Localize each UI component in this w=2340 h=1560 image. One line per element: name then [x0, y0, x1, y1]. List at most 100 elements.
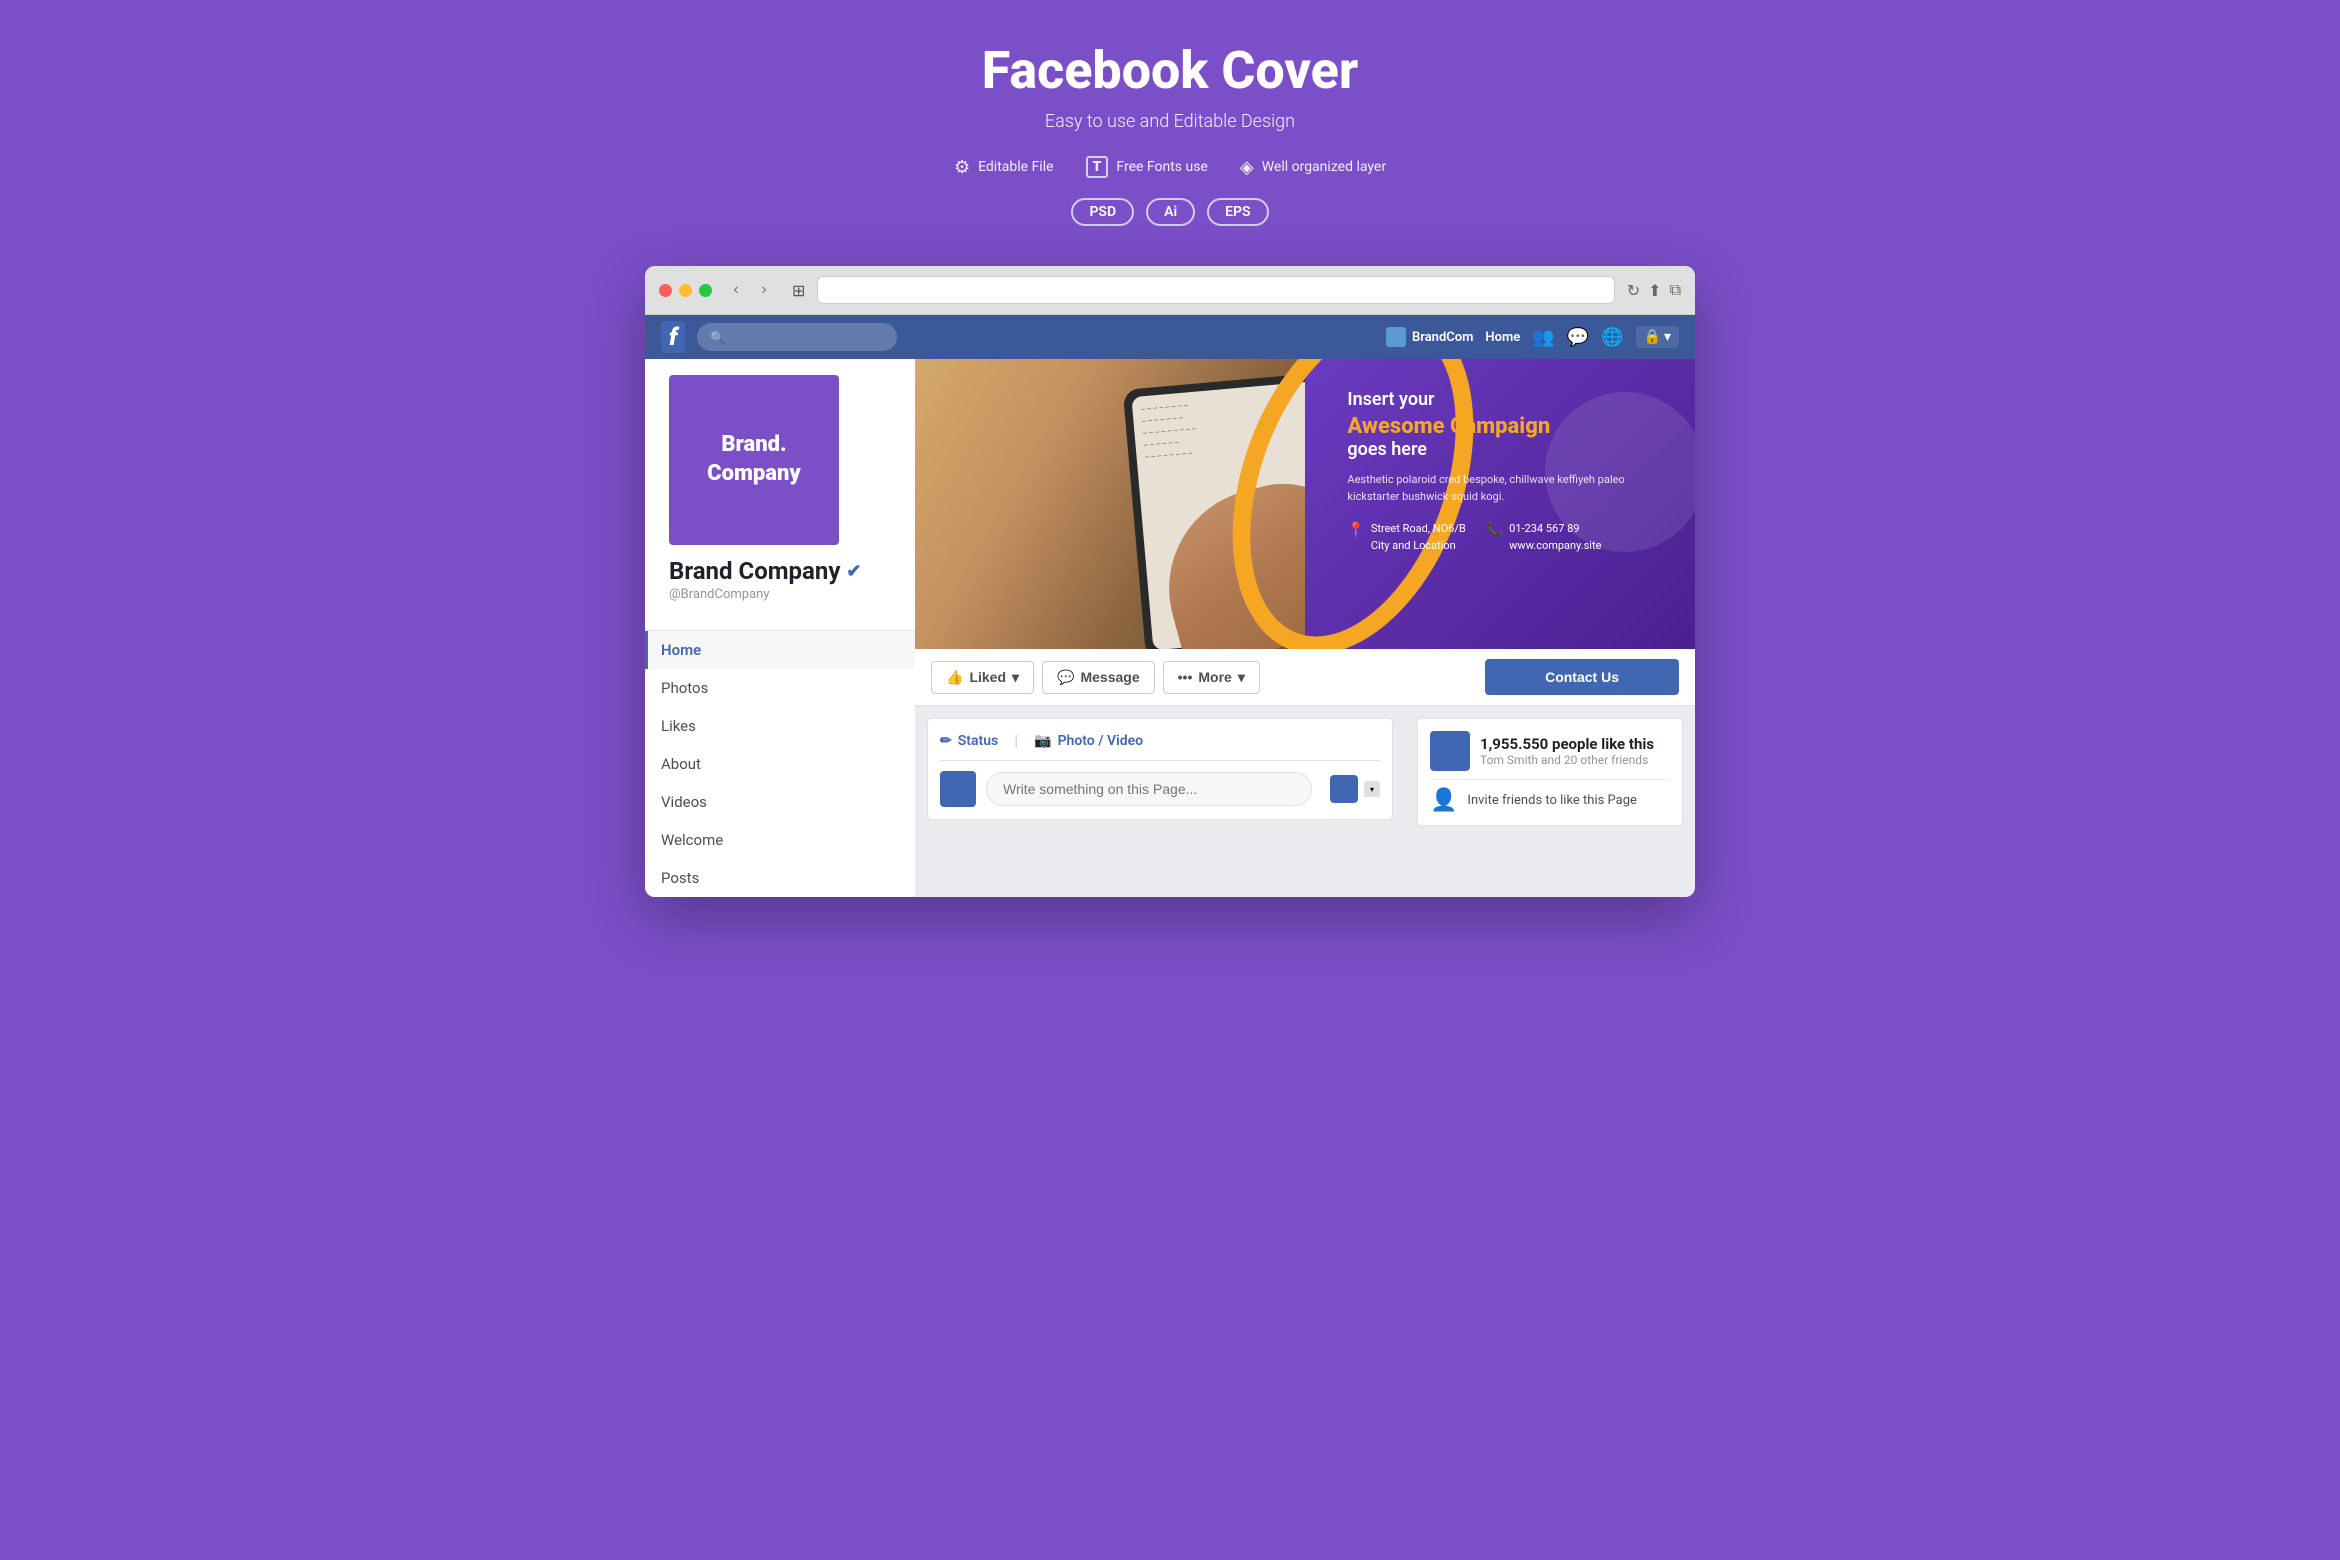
- badges-row: PSD Ai EPS: [20, 198, 2320, 226]
- invite-icon: 👤: [1430, 788, 1457, 813]
- minimize-button[interactable]: [679, 284, 692, 297]
- fb-friends-icon[interactable]: 👥: [1532, 327, 1554, 348]
- nav-item-likes[interactable]: Likes: [645, 707, 915, 745]
- avatar-text-line2: Company: [707, 460, 801, 489]
- fonts-icon: T: [1086, 156, 1109, 178]
- more-label: More: [1198, 669, 1231, 685]
- nav-item-home[interactable]: Home: [645, 631, 915, 669]
- address-label: Street Road, NO6/B: [1371, 521, 1466, 538]
- feature-fonts: T Free Fonts use: [1086, 156, 1208, 178]
- nav-label-home: Home: [661, 641, 701, 659]
- post-dropdown-btn[interactable]: ▾: [1364, 781, 1380, 797]
- psd-badge: PSD: [1071, 198, 1134, 226]
- address-bar[interactable]: [817, 276, 1614, 304]
- verified-badge-icon: ✔: [846, 561, 861, 582]
- contact-us-button[interactable]: Contact Us: [1485, 659, 1679, 695]
- fb-brand-button[interactable]: BrandCom: [1386, 327, 1473, 347]
- camera-icon: 📷: [1034, 733, 1051, 749]
- back-button[interactable]: ‹: [724, 278, 748, 302]
- profile-name-text: Brand Company: [669, 557, 840, 585]
- close-button[interactable]: [659, 284, 672, 297]
- share-icon[interactable]: ⬆: [1648, 281, 1661, 300]
- organized-label: Well organized layer: [1262, 159, 1386, 175]
- lock-arrow: ▾: [1664, 329, 1671, 345]
- browser-chrome: ‹ › ⊞ ↻ ⬆ ⧉: [645, 266, 1695, 315]
- browser-window: ‹ › ⊞ ↻ ⬆ ⧉ f BrandCom Home 👥 💬 🌐 🔒 ▾: [645, 266, 1695, 897]
- nav-label-about: About: [661, 755, 701, 773]
- action-bar: 👍 Liked ▾ 💬 Message ••• More ▾ Contact U…: [915, 649, 1695, 706]
- ai-badge: Ai: [1146, 198, 1195, 226]
- profile-handle: @BrandCompany: [661, 585, 899, 614]
- feature-editable: ⚙ Editable File: [954, 157, 1054, 178]
- post-input-row: ▾: [940, 771, 1380, 807]
- nav-label-photos: Photos: [661, 679, 708, 697]
- page-subtitle: Easy to use and Editable Design: [20, 111, 2320, 132]
- forward-button[interactable]: ›: [752, 278, 776, 302]
- brand-name: BrandCom: [1412, 330, 1473, 345]
- message-label: Message: [1080, 669, 1139, 685]
- right-content: 1,955.550 people like this Tom Smith and…: [1405, 706, 1695, 838]
- fb-lock-button[interactable]: 🔒 ▾: [1636, 326, 1679, 348]
- liked-button[interactable]: 👍 Liked ▾: [931, 661, 1034, 694]
- pencil-icon: ✏: [940, 733, 952, 749]
- post-options: ▾: [1330, 775, 1380, 803]
- thumbs-up-icon: 👍: [946, 669, 963, 686]
- facebook-logo: f: [661, 321, 685, 353]
- eps-badge: EPS: [1207, 198, 1268, 226]
- phone-icon: 📞: [1486, 522, 1503, 538]
- brand-color-swatch: [1386, 327, 1406, 347]
- liked-arrow: ▾: [1012, 669, 1019, 686]
- main-area: — — — — — — — — — — — — — — — — — — — — …: [915, 359, 1695, 897]
- nav-menu: Home Photos Likes About Videos Welcome: [645, 630, 915, 897]
- new-tab-icon[interactable]: ⧉: [1670, 280, 1681, 300]
- browser-actions: ↻ ⬆ ⧉: [1627, 280, 1681, 300]
- avatar-text-line1: Brand.: [721, 431, 786, 460]
- layers-icon: ◈: [1240, 157, 1254, 178]
- location-icon: 📍: [1347, 522, 1364, 538]
- cover-text: Insert your Awesome Campaign goes here A…: [1347, 389, 1675, 554]
- invite-text: Invite friends to like this Page: [1467, 793, 1637, 808]
- likes-card: 1,955.550 people like this Tom Smith and…: [1417, 718, 1683, 826]
- cover-photo: — — — — — — — — — — — — — — — — — — — — …: [915, 359, 1695, 649]
- likes-friends: Tom Smith and 20 other friends: [1480, 753, 1654, 767]
- maximize-button[interactable]: [699, 284, 712, 297]
- tab-photo-video[interactable]: 📷 Photo / Video: [1034, 733, 1143, 749]
- more-button[interactable]: ••• More ▾: [1163, 661, 1260, 694]
- refresh-icon[interactable]: ↻: [1627, 281, 1640, 300]
- nav-item-posts[interactable]: Posts: [645, 859, 915, 897]
- profile-section: Brand. Company Brand Company ✔ @BrandCom…: [645, 359, 915, 630]
- fb-home-link[interactable]: Home: [1485, 330, 1520, 345]
- post-avatar-small: [940, 771, 976, 807]
- address-item: 📍 Street Road, NO6/B City and Location: [1347, 521, 1465, 554]
- nav-item-welcome[interactable]: Welcome: [645, 821, 915, 859]
- tab-separator: |: [1014, 731, 1018, 750]
- fb-search-input[interactable]: [697, 323, 897, 351]
- tab-status[interactable]: ✏ Status: [940, 733, 998, 749]
- fb-nav-right: BrandCom Home 👥 💬 🌐 🔒 ▾: [1386, 326, 1679, 348]
- fonts-label: Free Fonts use: [1116, 159, 1207, 175]
- features-row: ⚙ Editable File T Free Fonts use ◈ Well …: [20, 156, 2320, 178]
- nav-label-welcome: Welcome: [661, 831, 723, 849]
- post-color-btn[interactable]: [1330, 775, 1358, 803]
- nav-label-posts: Posts: [661, 869, 699, 887]
- nav-item-videos[interactable]: Videos: [645, 783, 915, 821]
- status-label: Status: [958, 733, 998, 749]
- invite-row[interactable]: 👤 Invite friends to like this Page: [1430, 779, 1670, 813]
- nav-item-about[interactable]: About: [645, 745, 915, 783]
- nav-item-photos[interactable]: Photos: [645, 669, 915, 707]
- post-area: ✏ Status | 📷 Photo / Video: [927, 718, 1393, 820]
- tabs-icon: ⊞: [792, 281, 805, 300]
- address-sub: City and Location: [1371, 538, 1466, 555]
- fb-chat-icon[interactable]: 💬: [1567, 327, 1589, 348]
- decorative-circle: [1545, 392, 1695, 552]
- message-button[interactable]: 💬 Message: [1042, 661, 1155, 694]
- profile-avatar: Brand. Company: [669, 375, 839, 545]
- traffic-lights: [659, 284, 712, 297]
- liked-label: Liked: [969, 669, 1006, 685]
- fb-globe-icon[interactable]: 🌐: [1601, 327, 1623, 348]
- post-input-field[interactable]: [986, 772, 1312, 806]
- editable-file-label: Editable File: [978, 159, 1053, 175]
- post-tabs: ✏ Status | 📷 Photo / Video: [940, 731, 1380, 761]
- editable-file-icon: ⚙: [954, 157, 970, 178]
- browser-nav: ‹ ›: [724, 278, 776, 302]
